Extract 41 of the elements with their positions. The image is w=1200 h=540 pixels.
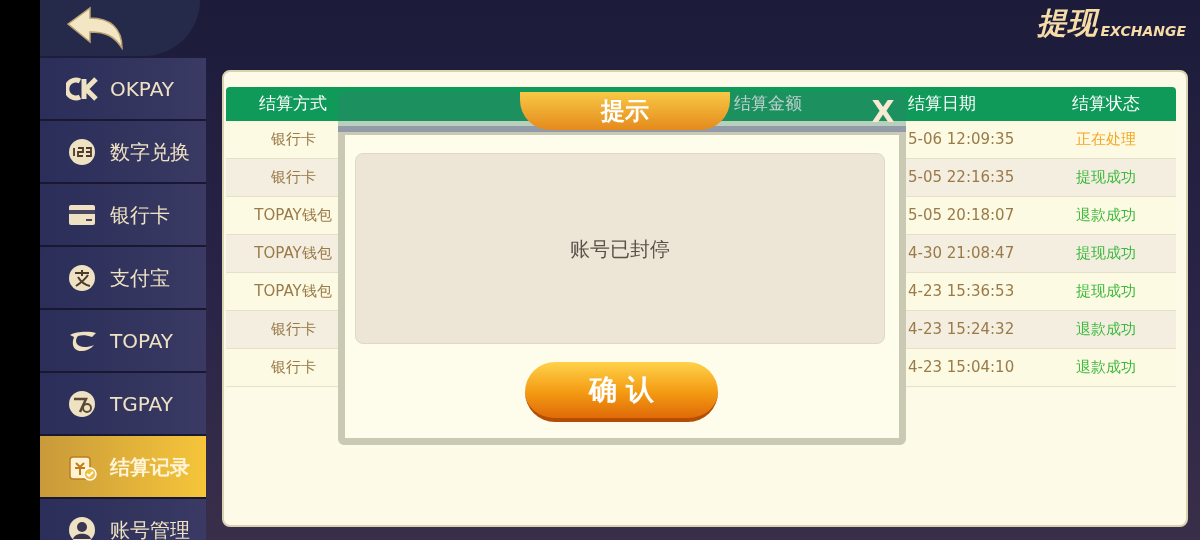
- dialog-title: 提示: [601, 96, 649, 127]
- user-icon: [66, 515, 98, 540]
- status-text: 提现成功: [1076, 167, 1136, 189]
- table-cell-text: 银行卡: [270, 319, 316, 341]
- status-text: 退款成功: [1076, 319, 1136, 341]
- tg-coin-icon: [66, 389, 98, 418]
- ck-logo-icon: [66, 74, 98, 103]
- sidebar-item[interactable]: OKPAY: [40, 58, 206, 121]
- table-cell-text: 5-05 20:18:07: [908, 205, 1015, 227]
- page-subtitle: EXCHANGE: [1100, 24, 1186, 38]
- status-text: 提现成功: [1076, 281, 1136, 303]
- number-coin-icon: [66, 137, 98, 166]
- table-cell-text: 银行卡: [270, 167, 316, 189]
- table-cell-text: 4-30 21:08:47: [908, 243, 1015, 265]
- sidebar-item[interactable]: TGPAY: [40, 373, 206, 436]
- table-cell-text: 4-23 15:36:53: [908, 281, 1015, 303]
- sidebar-item[interactable]: 银行卡: [40, 184, 206, 247]
- column-header: 结算方式: [259, 92, 327, 116]
- sidebar-item[interactable]: 支付宝: [40, 247, 206, 310]
- status-text: 正在处理: [1076, 129, 1136, 151]
- table-cell-text: 银行卡: [270, 357, 316, 379]
- table-cell-text: TOPAY钱包: [254, 243, 332, 265]
- sidebar-item[interactable]: 数字兑换: [40, 121, 206, 184]
- column-header: 结算状态: [1072, 92, 1140, 116]
- status-text: 退款成功: [1076, 357, 1136, 379]
- table-cell-text: 5-06 12:09:35: [908, 129, 1015, 151]
- status-text: 提现成功: [1076, 243, 1136, 265]
- column-header: 结算日期: [908, 92, 976, 116]
- table-cell-text: 银行卡: [270, 129, 316, 151]
- sidebar-item[interactable]: TOPAY: [40, 310, 206, 373]
- payment-coin-icon: [66, 263, 98, 292]
- column-header: 结算金额: [734, 92, 802, 116]
- table-cell-text: TOPAY钱包: [254, 281, 332, 303]
- dialog-message: 账号已封停: [570, 235, 670, 263]
- table-cell-text: 4-23 15:04:10: [908, 357, 1015, 379]
- table-cell-text: 4-23 15:24:32: [908, 319, 1015, 341]
- status-text: 退款成功: [1076, 205, 1136, 227]
- table-cell-text: TOPAY钱包: [254, 205, 332, 227]
- sidebar-item[interactable]: 账号管理: [40, 499, 206, 540]
- back-arrow-icon[interactable]: [66, 6, 124, 50]
- table-cell-text: 5-05 22:16:35: [908, 167, 1015, 189]
